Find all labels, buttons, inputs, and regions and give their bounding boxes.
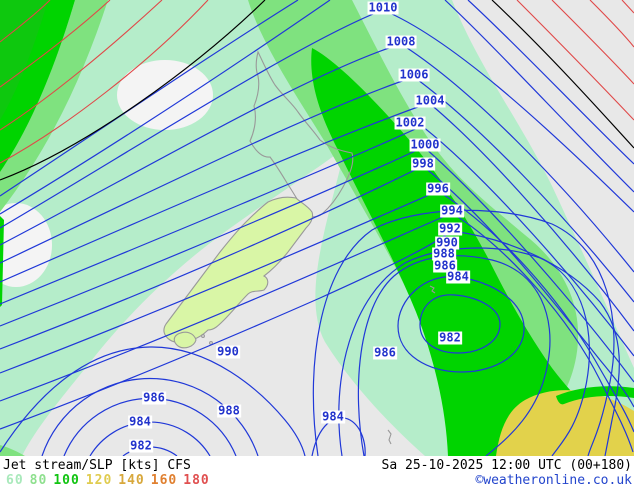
wind-speed-legend: 60 80 100 120 140 160 180 (6, 473, 216, 488)
legend-value: 140 (118, 473, 145, 488)
legend-value: 80 (29, 473, 48, 488)
chart-title: Jet stream/SLP [kts] CFS (3, 458, 191, 473)
legend-value: 120 (85, 473, 113, 488)
map-footer: Jet stream/SLP [kts] CFS Sa 25-10-2025 1… (0, 456, 634, 490)
stewart-island (173, 331, 197, 349)
map-canvas (0, 0, 634, 456)
copyright-link[interactable]: ©weatheronline.co.uk (475, 473, 632, 488)
legend-value: 160 (150, 473, 178, 488)
weather-map-screenshot: 1010 1008 1006 1004 1002 1000 998 996 994 992 990 9… (0, 0, 634, 490)
legend-value: 180 (183, 473, 210, 488)
legend-value: 60 (6, 473, 24, 488)
legend-value: 100 (53, 473, 80, 488)
valid-datetime: Sa 25-10-2025 12:00 UTC (00+180) (381, 458, 632, 473)
